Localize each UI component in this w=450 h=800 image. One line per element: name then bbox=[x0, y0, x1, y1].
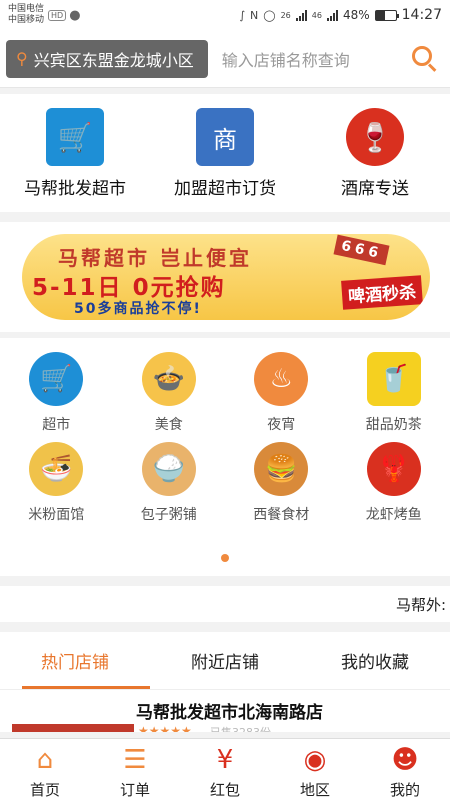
grid-row: 🛒 超市 🍲 美食 ♨ 夜宵 🥤 甜品奶茶 bbox=[0, 352, 450, 434]
nav-label: 首页 bbox=[29, 781, 60, 799]
noodle-bowl-icon: 🍜 bbox=[29, 442, 84, 496]
banner-line-1: 马帮超市 岂止便宜 bbox=[58, 246, 252, 270]
tab-favorites[interactable]: 我的收藏 bbox=[300, 632, 450, 689]
nav-label: 我的 bbox=[389, 781, 420, 799]
home-icon: ⌂ bbox=[36, 745, 54, 775]
grid-item-late-night[interactable]: ♨ 夜宵 bbox=[225, 352, 338, 434]
marquee-text: 马帮外: bbox=[395, 595, 446, 614]
top-category-label: 马帮批发超市 bbox=[24, 179, 126, 199]
banner-tag: 啤酒秒杀 bbox=[341, 275, 423, 310]
nav-label: 红包 bbox=[209, 781, 240, 799]
grid-item-dessert[interactable]: 🥤 甜品奶茶 bbox=[338, 352, 450, 434]
nav-me[interactable]: ☻ 我的 bbox=[360, 739, 450, 800]
search-icon[interactable] bbox=[410, 44, 440, 74]
promo-banner[interactable]: 马帮超市 岂止便宜 5-11日 0元抢购 50多商品抢不停! 666 啤酒秒杀 bbox=[0, 222, 450, 332]
top-category-banquet[interactable]: 🍷 酒席专送 bbox=[300, 94, 450, 212]
top-category-label: 酒席专送 bbox=[341, 179, 409, 199]
network-type-1: 26 bbox=[280, 10, 291, 20]
network-type-2: 46 bbox=[311, 10, 322, 20]
page-dot bbox=[221, 554, 229, 562]
promo-banner-image: 马帮超市 岂止便宜 5-11日 0元抢购 50多商品抢不停! 666 啤酒秒杀 bbox=[22, 234, 430, 320]
grid-row: 🍜 米粉面馆 🍚 包子粥铺 🍔 西餐食材 🦞 龙虾烤鱼 bbox=[0, 442, 450, 524]
grid-item-noodles[interactable]: 🍜 米粉面馆 bbox=[0, 442, 113, 524]
store-sales: 已售3283份 bbox=[210, 724, 271, 732]
category-grid: 🛒 超市 🍲 美食 ♨ 夜宵 🥤 甜品奶茶 🍜 米粉面馆 🍚 包子粥铺 🍔 西餐… bbox=[0, 338, 450, 576]
nav-red-packet[interactable]: ¥ 红包 bbox=[180, 739, 270, 800]
battery-percent: 48% bbox=[342, 8, 370, 22]
grid-item-label: 包子粥铺 bbox=[140, 507, 197, 523]
signal-2-icon bbox=[326, 9, 338, 21]
orders-icon: ☰ bbox=[123, 745, 147, 775]
burger-icon: 🍔 bbox=[254, 442, 309, 496]
grid-item-label: 西餐食材 bbox=[253, 507, 310, 523]
location-icon: ◉ bbox=[303, 745, 327, 775]
hd-badge: HD bbox=[48, 9, 67, 21]
grid-item-label: 甜品奶茶 bbox=[365, 417, 422, 433]
banner-cards: 666 bbox=[333, 234, 390, 266]
store-rating: ★★★★★ bbox=[138, 724, 192, 732]
store-thumbnail bbox=[12, 724, 134, 732]
grid-item-buns[interactable]: 🍚 包子粥铺 bbox=[113, 442, 226, 524]
status-right: ∫ N ◯ 26 46 48% 14:27 bbox=[239, 7, 442, 23]
grid-item-label: 米粉面馆 bbox=[28, 507, 85, 523]
grid-item-label: 龙虾烤鱼 bbox=[365, 507, 422, 523]
store-name: 马帮批发超市北海南路店 bbox=[136, 703, 323, 723]
top-category-franchise[interactable]: 商 加盟超市订货 bbox=[150, 94, 300, 212]
top-categories: 🛒 马帮批发超市 商 加盟超市订货 🍷 酒席专送 bbox=[0, 94, 450, 212]
milk-tea-icon: 🥤 bbox=[366, 352, 421, 406]
clock: 14:27 bbox=[401, 7, 442, 23]
crawfish-icon: 🦞 bbox=[366, 442, 421, 496]
bluetooth-icon: ∫ bbox=[239, 8, 246, 22]
cart-icon: 🛒 bbox=[46, 108, 104, 166]
battery-fill bbox=[375, 10, 386, 20]
location-label: 兴宾区东盟金龙城小区 bbox=[33, 50, 194, 70]
nav-region[interactable]: ◉ 地区 bbox=[270, 739, 360, 800]
bowl-icon: ♨ bbox=[254, 352, 309, 406]
nfc-icon: N bbox=[250, 8, 259, 22]
wine-icon: 🍷 bbox=[346, 108, 404, 166]
grid-item-label: 夜宵 bbox=[267, 417, 296, 433]
location-selector[interactable]: ⚲ 兴宾区东盟金龙城小区 bbox=[6, 39, 208, 78]
carrier-2: 中国移动 bbox=[8, 15, 45, 25]
banner-line-3: 50多商品抢不停! bbox=[74, 301, 202, 317]
tab-nearby-stores[interactable]: 附近店铺 bbox=[150, 632, 300, 689]
location-pin-icon: ⚲ bbox=[16, 49, 28, 68]
nav-label: 订单 bbox=[119, 781, 150, 799]
grid-item-food[interactable]: 🍲 美食 bbox=[113, 352, 226, 434]
grid-item-label: 超市 bbox=[42, 417, 71, 433]
alarm-icon: ◯ bbox=[263, 8, 276, 22]
shop-badge-icon: 商 bbox=[196, 108, 254, 166]
search-bar: ⚲ 兴宾区东盟金龙城小区 输入店铺名称查询 bbox=[0, 30, 450, 88]
nav-orders[interactable]: ☰ 订单 bbox=[90, 739, 180, 800]
battery-icon bbox=[374, 9, 399, 21]
top-category-label: 加盟超市订货 bbox=[174, 179, 276, 199]
top-category-wholesale[interactable]: 🛒 马帮批发超市 bbox=[0, 94, 150, 212]
food-basket-icon: 🍲 bbox=[141, 352, 196, 406]
status-bar: 中国电信 中国移动 HD ● ∫ N ◯ 26 46 48% 14:27 bbox=[0, 0, 450, 30]
steamer-icon: 🍚 bbox=[141, 442, 196, 496]
store-tabs: 热门店铺 附近店铺 我的收藏 bbox=[0, 632, 450, 690]
grid-item-supermarket[interactable]: 🛒 超市 bbox=[0, 352, 113, 434]
nav-home[interactable]: ⌂ 首页 bbox=[0, 739, 90, 800]
grid-item-label: 美食 bbox=[154, 417, 183, 433]
carrier-info: 中国电信 中国移动 bbox=[8, 4, 44, 26]
banner-line-2: 5-11日 0元抢购 bbox=[32, 275, 226, 301]
cart-icon: 🛒 bbox=[29, 352, 84, 406]
search-input[interactable]: 输入店铺名称查询 bbox=[222, 47, 410, 71]
bottom-nav: ⌂ 首页 ☰ 订单 ¥ 红包 ◉ 地区 ☻ 我的 bbox=[0, 738, 450, 800]
store-list-item[interactable]: 马帮批发超市北海南路店 ★★★★★ 已售3283份 bbox=[0, 690, 450, 732]
red-packet-icon: ¥ bbox=[216, 745, 234, 775]
nav-label: 地区 bbox=[299, 781, 330, 799]
page-indicator bbox=[0, 554, 450, 562]
grid-item-crawfish[interactable]: 🦞 龙虾烤鱼 bbox=[338, 442, 450, 524]
signal-1-icon bbox=[295, 9, 307, 21]
carrier-1: 中国电信 bbox=[8, 4, 45, 14]
grid-item-western[interactable]: 🍔 西餐食材 bbox=[225, 442, 338, 524]
tab-hot-stores[interactable]: 热门店铺 bbox=[0, 632, 150, 689]
chat-bubble-icon: ● bbox=[69, 7, 81, 23]
announcement-marquee[interactable]: 马帮外: bbox=[0, 586, 450, 622]
user-icon: ☻ bbox=[391, 745, 419, 775]
